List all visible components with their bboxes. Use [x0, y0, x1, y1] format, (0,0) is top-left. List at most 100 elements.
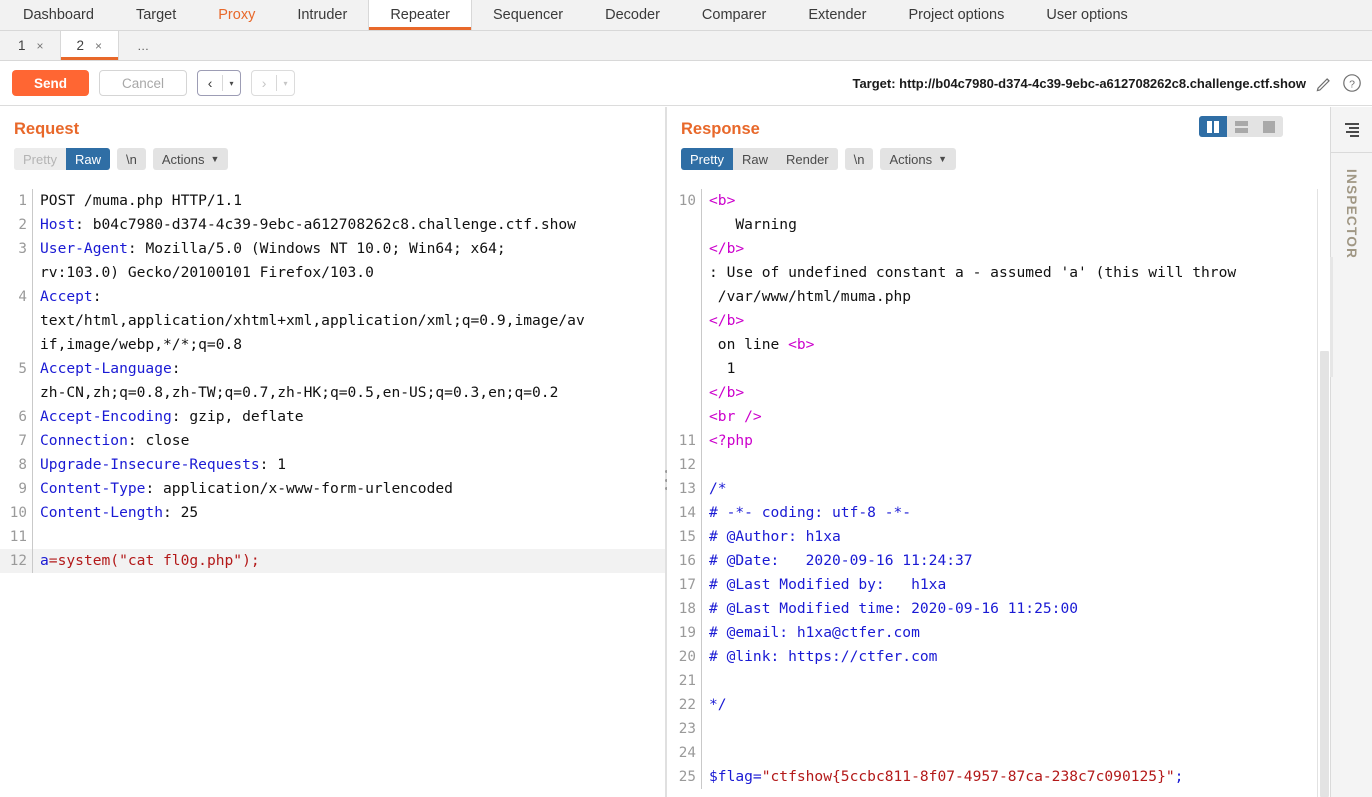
response-editor[interactable]: 10 <b> Warning </b>: Use of undefined cons… — [667, 189, 1330, 797]
code-token: </b> — [709, 312, 745, 329]
code-text: : Use of undefined constant a - assumed … — [702, 261, 1330, 285]
main-tab-comparer[interactable]: Comparer — [681, 0, 787, 30]
repeater-tab-more-button[interactable]: … — [119, 31, 168, 60]
response-view-raw[interactable]: Raw — [732, 148, 777, 170]
layout-stacked-button[interactable] — [1227, 116, 1255, 137]
request-view-pretty[interactable]: Pretty — [14, 148, 66, 170]
request-view-toggle[interactable]: Pretty Raw — [14, 148, 110, 170]
code-token: # @Last Modified by: h1xa — [709, 576, 947, 593]
repeater-tab-bar: 1 × 2 ×… — [0, 31, 1372, 61]
request-view-raw[interactable]: Raw — [65, 148, 110, 170]
main-tab-user-options[interactable]: User options — [1025, 0, 1148, 30]
response-vertical-scrollbar[interactable] — [1317, 189, 1330, 797]
pencil-icon[interactable] — [1315, 74, 1333, 92]
main-tab-project-options[interactable]: Project options — [887, 0, 1025, 30]
layout-button-group[interactable] — [1199, 116, 1283, 137]
layout-side-by-side-button[interactable] — [1199, 116, 1227, 137]
code-token: */ — [709, 696, 727, 713]
code-token: </b> — [709, 240, 745, 257]
response-newline-button[interactable]: \n — [844, 148, 874, 170]
code-token: Content-Type — [40, 480, 146, 497]
main-tab-decoder[interactable]: Decoder — [584, 0, 681, 30]
code-text: <br /> — [702, 405, 1330, 429]
layout-single-button[interactable] — [1255, 116, 1283, 137]
code-token: <b> — [788, 336, 815, 353]
code-token: Accept-Language — [40, 360, 172, 377]
send-button[interactable]: Send — [12, 70, 90, 96]
chevron-down-icon[interactable]: ▾ — [223, 71, 240, 95]
line-number — [667, 213, 701, 237]
code-text: /var/www/html/muma.php — [702, 285, 1330, 309]
inspector-toggle-button[interactable] — [1331, 107, 1372, 153]
code-token: Host — [40, 216, 76, 233]
line-number: 13 — [678, 481, 696, 497]
code-line: 3 User-Agent: Mozilla/5.0 (Windows NT 10.… — [0, 237, 665, 261]
main-tab-intruder[interactable]: Intruder — [276, 0, 368, 30]
code-text: User-Agent: Mozilla/5.0 (Windows NT 10.0… — [33, 237, 665, 261]
code-line: 22 */ — [667, 693, 1330, 717]
go-back-button[interactable]: ‹ ▾ — [197, 70, 242, 96]
line-number: 11 — [678, 433, 696, 449]
code-token: POST /muma.php HTTP/1.1 — [40, 192, 243, 209]
request-actions-button[interactable]: Actions ▼ — [152, 148, 229, 170]
target-area: Target: http://b04c7980-d374-4c39-9ebc-a… — [852, 73, 1362, 93]
code-token: rv:103.0) Gecko/20100101 Firefox/103.0 — [40, 264, 374, 281]
main-tab-proxy[interactable]: Proxy — [197, 0, 276, 30]
code-line: </b> — [667, 237, 1330, 261]
repeater-tab-2[interactable]: 2 × — [59, 31, 120, 60]
repeater-tab-1[interactable]: 1 × — [2, 31, 60, 60]
response-view-pretty[interactable]: Pretty — [681, 148, 733, 170]
code-text: text/html,application/xhtml+xml,applicat… — [33, 309, 665, 333]
code-line: 11 — [0, 525, 665, 549]
line-number: 12 — [9, 553, 27, 569]
inspector-panel[interactable]: INSPECTOR — [1330, 107, 1372, 797]
code-token: b — [717, 192, 727, 209]
chevron-down-icon[interactable]: ▾ — [277, 71, 294, 95]
code-token: ; — [1174, 768, 1184, 785]
go-forward-button[interactable]: › ▾ — [251, 70, 296, 96]
close-icon[interactable]: × — [37, 39, 44, 53]
columns-icon — [1207, 120, 1219, 133]
square-icon — [1263, 120, 1275, 133]
line-number: 14 — [678, 505, 696, 521]
code-token: $flag= — [709, 768, 762, 785]
code-text: Content-Type: application/x-www-form-url… — [33, 477, 665, 501]
code-line: 2 Host: b04c7980-d374-4c39-9ebc-a61270826… — [0, 213, 665, 237]
code-line: Warning — [667, 213, 1330, 237]
main-tab-repeater[interactable]: Repeater — [368, 0, 472, 30]
help-icon[interactable]: ? — [1342, 73, 1362, 93]
request-editor[interactable]: 1 POST /muma.php HTTP/1.1 2 Host: b04c7980-… — [0, 189, 665, 797]
burp-suite-window: Dashboard Target Proxy Intruder Repeater Sequ… — [0, 0, 1372, 797]
code-token: : 25 — [163, 504, 199, 521]
response-view-render[interactable]: Render — [776, 148, 838, 170]
code-line: 6 Accept-Encoding: gzip, deflate — [0, 405, 665, 429]
code-line: 9 Content-Type: application/x-www-form-ur… — [0, 477, 665, 501]
code-token: Accept-Encoding — [40, 408, 172, 425]
inspector-edge-scrollbar[interactable] — [1330, 257, 1333, 377]
main-tab-extender[interactable]: Extender — [787, 0, 887, 30]
line-number — [667, 405, 701, 429]
code-token: =system("cat fl0g.php"); — [48, 552, 260, 569]
code-line: if,image/webp,*/*;q=0.8 — [0, 333, 665, 357]
close-icon[interactable]: × — [95, 39, 102, 53]
scrollbar-thumb[interactable] — [1320, 351, 1329, 797]
chevron-down-icon: ▼ — [938, 154, 948, 164]
code-token: a — [40, 552, 49, 569]
line-number: 5 — [18, 361, 27, 377]
response-view-toggle[interactable]: Pretty Raw Render — [681, 148, 838, 170]
collapse-panel-icon — [1344, 122, 1359, 137]
code-line: 23 — [667, 717, 1330, 741]
main-tab-dashboard[interactable]: Dashboard — [2, 0, 115, 30]
code-text: Upgrade-Insecure-Requests: 1 — [33, 453, 665, 477]
line-number: 3 — [18, 241, 27, 257]
response-pane: Response Pretty Raw Render \n Actions ▼ 10… — [667, 107, 1330, 797]
code-token: <br /> — [709, 408, 762, 425]
request-newline-button[interactable]: \n — [116, 148, 146, 170]
response-actions-button[interactable]: Actions ▼ — [880, 148, 957, 170]
main-tab-target[interactable]: Target — [115, 0, 197, 30]
cancel-button[interactable]: Cancel — [99, 70, 188, 96]
code-line: 7 Connection: close — [0, 429, 665, 453]
code-text: /* — [702, 477, 1330, 501]
main-tab-sequencer[interactable]: Sequencer — [472, 0, 584, 30]
